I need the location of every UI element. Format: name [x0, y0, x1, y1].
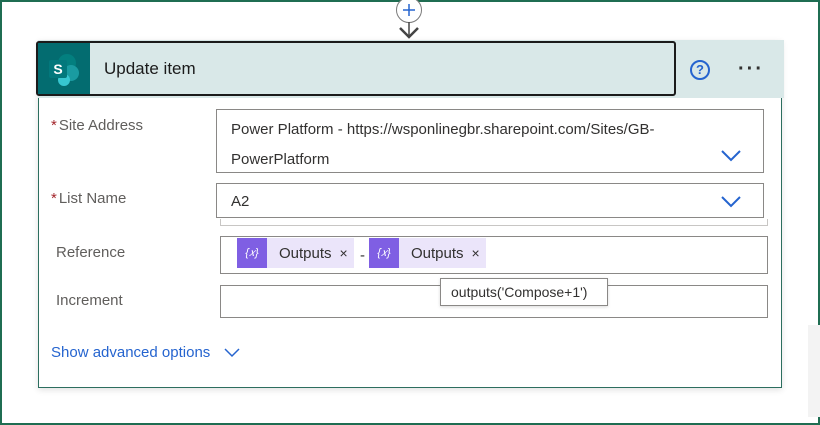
- sharepoint-icon: S: [38, 43, 90, 94]
- help-icon[interactable]: ?: [690, 60, 710, 80]
- field-divider: [220, 219, 768, 226]
- site-address-label: * Site Address: [51, 117, 143, 134]
- site-address-value-line2: PowerPlatform: [231, 151, 330, 168]
- action-title-bar[interactable]: S Update item: [36, 41, 676, 96]
- remove-token-icon[interactable]: ×: [340, 245, 348, 261]
- plus-icon: [403, 4, 415, 16]
- site-address-value-line1: Power Platform - https://wsponlinegbr.sh…: [231, 121, 655, 138]
- dynamic-content-token[interactable]: {𝑥} Outputs ×: [237, 238, 354, 268]
- site-address-label-text: Site Address: [58, 117, 144, 134]
- site-address-dropdown[interactable]: Power Platform - https://wsponlinegbr.sh…: [216, 109, 764, 173]
- required-marker: *: [51, 190, 57, 207]
- show-advanced-options-link[interactable]: Show advanced options: [51, 344, 240, 361]
- list-name-value: A2: [231, 193, 250, 210]
- token-separator: -: [360, 247, 365, 264]
- arrow-down-icon: [399, 22, 419, 39]
- action-header: S Update item ? ···: [36, 40, 784, 98]
- increment-label: Increment: [56, 292, 123, 309]
- reference-input[interactable]: {𝑥} Outputs × - {𝑥} Outputs ×: [220, 236, 768, 274]
- expression-icon: {𝑥}: [369, 238, 399, 268]
- list-name-label: * List Name: [51, 190, 126, 207]
- dynamic-content-token[interactable]: {𝑥} Outputs ×: [369, 238, 486, 268]
- list-name-dropdown[interactable]: A2: [216, 183, 764, 218]
- expression-tooltip: outputs('Compose+1'): [440, 278, 608, 306]
- expression-icon: {𝑥}: [237, 238, 267, 268]
- required-marker: *: [51, 117, 57, 134]
- canvas-edge: [808, 325, 820, 417]
- remove-token-icon[interactable]: ×: [472, 245, 480, 261]
- token-label: Outputs: [279, 244, 332, 262]
- chevron-down-icon[interactable]: [721, 150, 741, 162]
- list-name-label-text: List Name: [58, 190, 127, 207]
- chevron-down-icon: [224, 348, 240, 358]
- svg-text:S: S: [53, 61, 62, 77]
- chevron-down-icon[interactable]: [721, 196, 741, 208]
- reference-label: Reference: [56, 244, 126, 261]
- token-label: Outputs: [411, 244, 464, 262]
- advanced-options-label: Show advanced options: [51, 344, 211, 361]
- action-title: Update item: [104, 59, 196, 78]
- action-card: S Update item ? ··· * Site Address Power …: [36, 40, 784, 388]
- more-options-icon[interactable]: ···: [738, 58, 764, 81]
